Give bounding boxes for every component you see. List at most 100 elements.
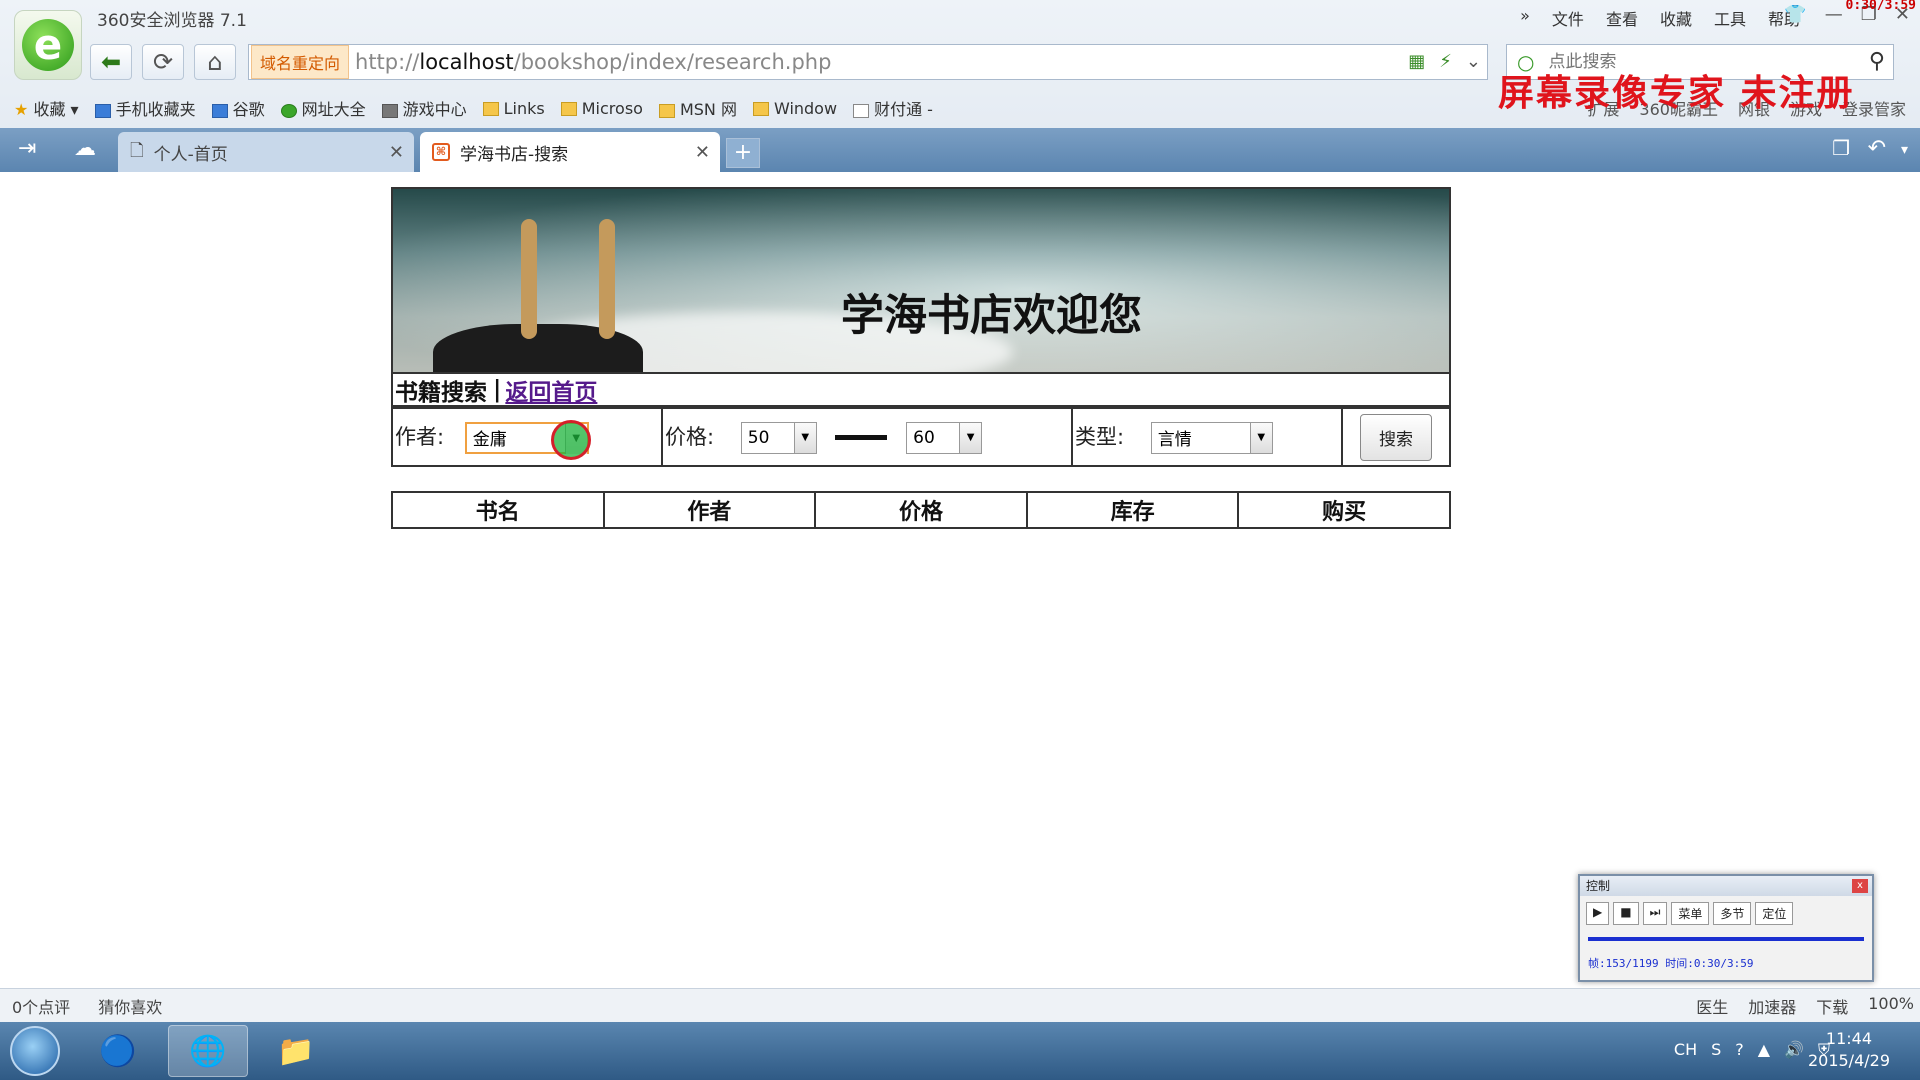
- range-dash: [835, 435, 888, 440]
- address-bar[interactable]: 域名重定向 http://localhost/bookshop/index/re…: [248, 44, 1488, 80]
- ime-icon[interactable]: S: [1711, 1040, 1721, 1060]
- bookmark-microsoft[interactable]: Microso: [560, 99, 643, 118]
- results-table: 书名 作者 价格 库存 购买: [391, 491, 1451, 529]
- multi-button[interactable]: 多节: [1713, 902, 1752, 925]
- panel-title: 控制: [1580, 876, 1872, 896]
- menu-button[interactable]: 菜单: [1671, 902, 1710, 925]
- wooden-figure-left: [521, 219, 537, 339]
- folder-icon: [482, 102, 499, 116]
- chevron-down-icon[interactable]: ▾: [1901, 142, 1908, 158]
- home-link[interactable]: 返回首页: [505, 373, 597, 407]
- minimize-button[interactable]: —: [1825, 4, 1843, 25]
- menu-bar: » 文件 查看 收藏 工具 帮助: [1520, 6, 1800, 30]
- browser-task-icon[interactable]: 🌐: [168, 1025, 248, 1077]
- price-min-select[interactable]: 50 ▼: [740, 421, 817, 454]
- author-select[interactable]: 金庸 ▼: [464, 419, 591, 460]
- accelerator-button[interactable]: 加速器: [1748, 994, 1796, 1018]
- locate-button[interactable]: 定位: [1755, 902, 1794, 925]
- dropdown-arrow-icon[interactable]: ▼: [1249, 422, 1272, 453]
- menu-file[interactable]: 文件: [1552, 6, 1584, 30]
- chevron-down-icon[interactable]: ⌄: [1466, 51, 1481, 72]
- frame-info: 帧:153/1199 时间:0:30/3:59: [1588, 957, 1754, 970]
- undo-close-icon[interactable]: ↶: [1868, 136, 1886, 161]
- search-icon[interactable]: ⚲: [1869, 49, 1885, 74]
- browser-chrome: e 360安全浏览器 7.1 » 文件 查看 收藏 工具 帮助 👕 — ❐ ✕ …: [0, 0, 1920, 172]
- bookmark-google[interactable]: 谷歌: [211, 96, 265, 120]
- folder-icon: [560, 102, 577, 116]
- bookmark-windows[interactable]: Window: [752, 99, 837, 118]
- bookmark-games[interactable]: 游戏中心: [381, 96, 467, 120]
- redirect-badge[interactable]: 域名重定向: [251, 45, 350, 79]
- system-tray: CH S ? ▲ 🔊 ⛨: [1674, 1040, 1830, 1060]
- bookmark-urls[interactable]: 网址大全: [280, 96, 366, 120]
- author-label: 作者:: [395, 424, 445, 449]
- zoom-level[interactable]: 100%: [1868, 994, 1914, 1018]
- home-button[interactable]: ⌂: [194, 44, 236, 80]
- cloud-icon[interactable]: ☁: [74, 136, 96, 161]
- web-icon: [280, 103, 297, 118]
- dropdown-arrow-icon[interactable]: ▼: [793, 422, 816, 453]
- current-page-label: 书籍搜索: [395, 378, 487, 406]
- page-nav: 书籍搜索 | 返回首页: [391, 374, 1451, 407]
- new-tab-button[interactable]: +: [726, 138, 760, 168]
- language-indicator[interactable]: CH: [1674, 1040, 1697, 1060]
- close-icon[interactable]: x: [1852, 879, 1868, 893]
- address-icons: ▦ ⚡ ⌄: [1408, 51, 1481, 72]
- price-label: 价格:: [665, 424, 715, 449]
- taskbar-app-icon[interactable]: 🔵: [78, 1025, 158, 1077]
- bookmark-mobile[interactable]: 手机收藏夹: [94, 96, 196, 120]
- skin-icon[interactable]: 👕: [1784, 4, 1806, 25]
- url-text[interactable]: http://localhost/bookshop/index/research…: [355, 50, 831, 74]
- network-icon[interactable]: ▲: [1758, 1040, 1770, 1060]
- col-title: 书名: [391, 491, 605, 529]
- price-max-select[interactable]: 60 ▼: [906, 421, 983, 454]
- type-select[interactable]: 言情 ▼: [1150, 421, 1273, 454]
- col-stock: 库存: [1025, 491, 1240, 529]
- explorer-task-icon[interactable]: 📁: [256, 1025, 336, 1077]
- recommendations[interactable]: 猜你喜欢: [98, 994, 162, 1018]
- banner-title: 学海书店欢迎您: [841, 291, 1142, 341]
- qrcode-icon[interactable]: ▦: [1408, 51, 1425, 72]
- tab-home[interactable]: 🗋 个人-首页 ✕: [118, 132, 414, 172]
- gamepad-icon: [381, 103, 398, 118]
- system-clock[interactable]: 11:44 2015/4/29: [1808, 1028, 1890, 1072]
- stop-button[interactable]: ■: [1613, 902, 1639, 925]
- back-button[interactable]: ⬅: [90, 44, 132, 80]
- download-button[interactable]: 下载: [1816, 994, 1848, 1018]
- sidebar-toggle-icon[interactable]: ⇥: [18, 136, 36, 161]
- home-icon: ⌂: [207, 48, 223, 76]
- bookmark-tenpay[interactable]: 财付通 -: [853, 96, 933, 120]
- play-button[interactable]: ▶: [1586, 902, 1610, 925]
- lightning-icon[interactable]: ⚡: [1439, 51, 1452, 72]
- bookmark-links[interactable]: Links: [482, 99, 545, 118]
- menu-view[interactable]: 查看: [1606, 6, 1638, 30]
- bookmark-favorites[interactable]: ★ 收藏 ▾: [14, 96, 79, 120]
- banner: 学海书店欢迎您: [391, 187, 1451, 374]
- search-button[interactable]: 搜索: [1360, 413, 1432, 461]
- help-icon[interactable]: ?: [1735, 1040, 1744, 1060]
- menu-more[interactable]: »: [1520, 6, 1530, 30]
- bookmark-msn[interactable]: MSN 网: [658, 96, 737, 120]
- page-content: 学海书店欢迎您 书籍搜索 | 返回首页 作者: 金庸 ▼ 价格:: [0, 172, 1920, 988]
- volume-icon[interactable]: 🔊: [1784, 1040, 1804, 1060]
- click-highlight: [550, 419, 591, 460]
- star-icon: ★: [14, 100, 29, 119]
- close-tab-icon[interactable]: ✕: [389, 142, 404, 163]
- search-filters: 作者: 金庸 ▼ 价格: 50 ▼ 60: [391, 407, 1451, 467]
- folder-icon: [658, 103, 675, 118]
- col-buy: 购买: [1237, 491, 1451, 529]
- menu-favorites[interactable]: 收藏: [1660, 6, 1692, 30]
- start-button[interactable]: [10, 1026, 60, 1076]
- comments-count[interactable]: 0个点评: [12, 994, 70, 1018]
- recording-clock: 0:30/3:59: [1845, 0, 1916, 13]
- restore-tabs-icon[interactable]: ❐: [1832, 136, 1850, 160]
- app-title: 360安全浏览器 7.1: [97, 11, 247, 31]
- next-button[interactable]: ⏭: [1642, 902, 1668, 925]
- site-favicon-icon: ⌘: [432, 143, 450, 161]
- close-tab-icon[interactable]: ✕: [695, 142, 710, 163]
- refresh-button[interactable]: ⟳: [142, 44, 184, 80]
- dropdown-arrow-icon[interactable]: ▼: [959, 422, 982, 453]
- doctor-button[interactable]: 医生: [1696, 994, 1728, 1018]
- tab-search[interactable]: ⌘ 学海书店-搜索 ✕: [420, 132, 720, 172]
- menu-tools[interactable]: 工具: [1714, 6, 1746, 30]
